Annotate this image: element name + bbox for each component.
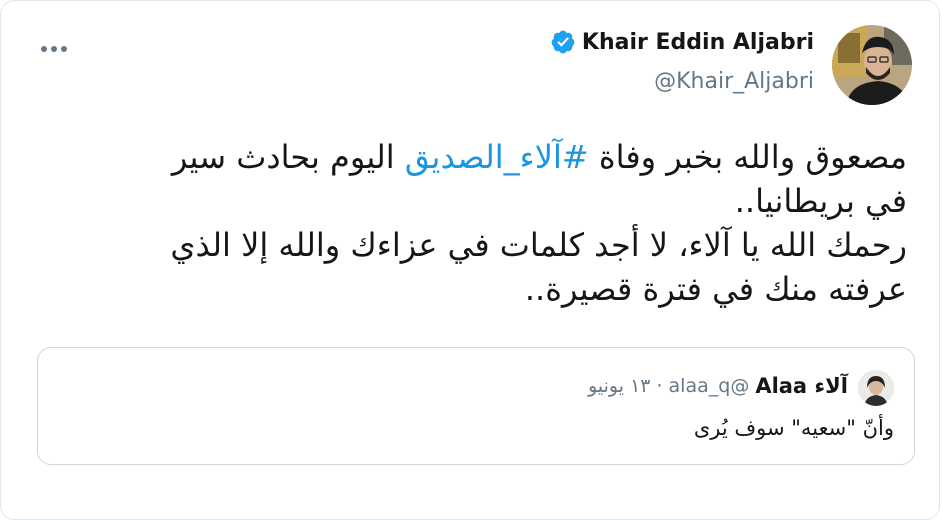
tweet-card: Khair Eddin Aljabri @Khair_Aljabri مصعوق… — [0, 0, 940, 520]
author-avatar[interactable] — [832, 25, 912, 105]
author-display-name[interactable]: Khair Eddin Aljabri — [582, 30, 814, 55]
author-name-row[interactable]: Khair Eddin Aljabri — [550, 29, 814, 55]
more-dots-icon[interactable] — [39, 39, 69, 59]
author-handle[interactable]: @Khair_Aljabri — [654, 69, 814, 94]
separator-dot: · — [656, 375, 663, 397]
tweet-line-2: في بريطانيا.. — [734, 182, 907, 220]
quoted-date[interactable]: ١٣ يونيو — [588, 375, 650, 397]
quoted-text: وأنّ "سعيه" سوف يُرى — [693, 416, 894, 440]
tweet-line-3: رحمك الله يا آلاء، لا أجد كلمات في عزاءك… — [170, 226, 907, 264]
quoted-author-name[interactable]: آلاء Alaa — [755, 374, 848, 398]
hashtag-link[interactable]: #آلاء_الصديق — [405, 138, 589, 176]
tweet-line-4: عرفته منك في فترة قصيرة.. — [524, 270, 907, 308]
quoted-author-handle[interactable]: @alaa_q — [669, 375, 750, 397]
quoted-author-avatar[interactable] — [858, 370, 894, 406]
quoted-tweet[interactable]: آلاء Alaa @alaa_q · ١٣ يونيو وأنّ "سعيه"… — [37, 347, 915, 465]
tweet-line-1-start: مصعوق والله بخبر وفاة — [588, 138, 907, 176]
tweet-text: مصعوق والله بخبر وفاة #آلاء_الصديق اليوم… — [27, 135, 907, 311]
tweet-line-1-end: اليوم بحادث سير — [171, 138, 405, 176]
quoted-header: آلاء Alaa @alaa_q · ١٣ يونيو — [588, 374, 848, 398]
tweet-line-1: مصعوق والله بخبر وفاة #آلاء_الصديق اليوم… — [27, 135, 907, 179]
verified-badge-icon — [551, 30, 575, 54]
